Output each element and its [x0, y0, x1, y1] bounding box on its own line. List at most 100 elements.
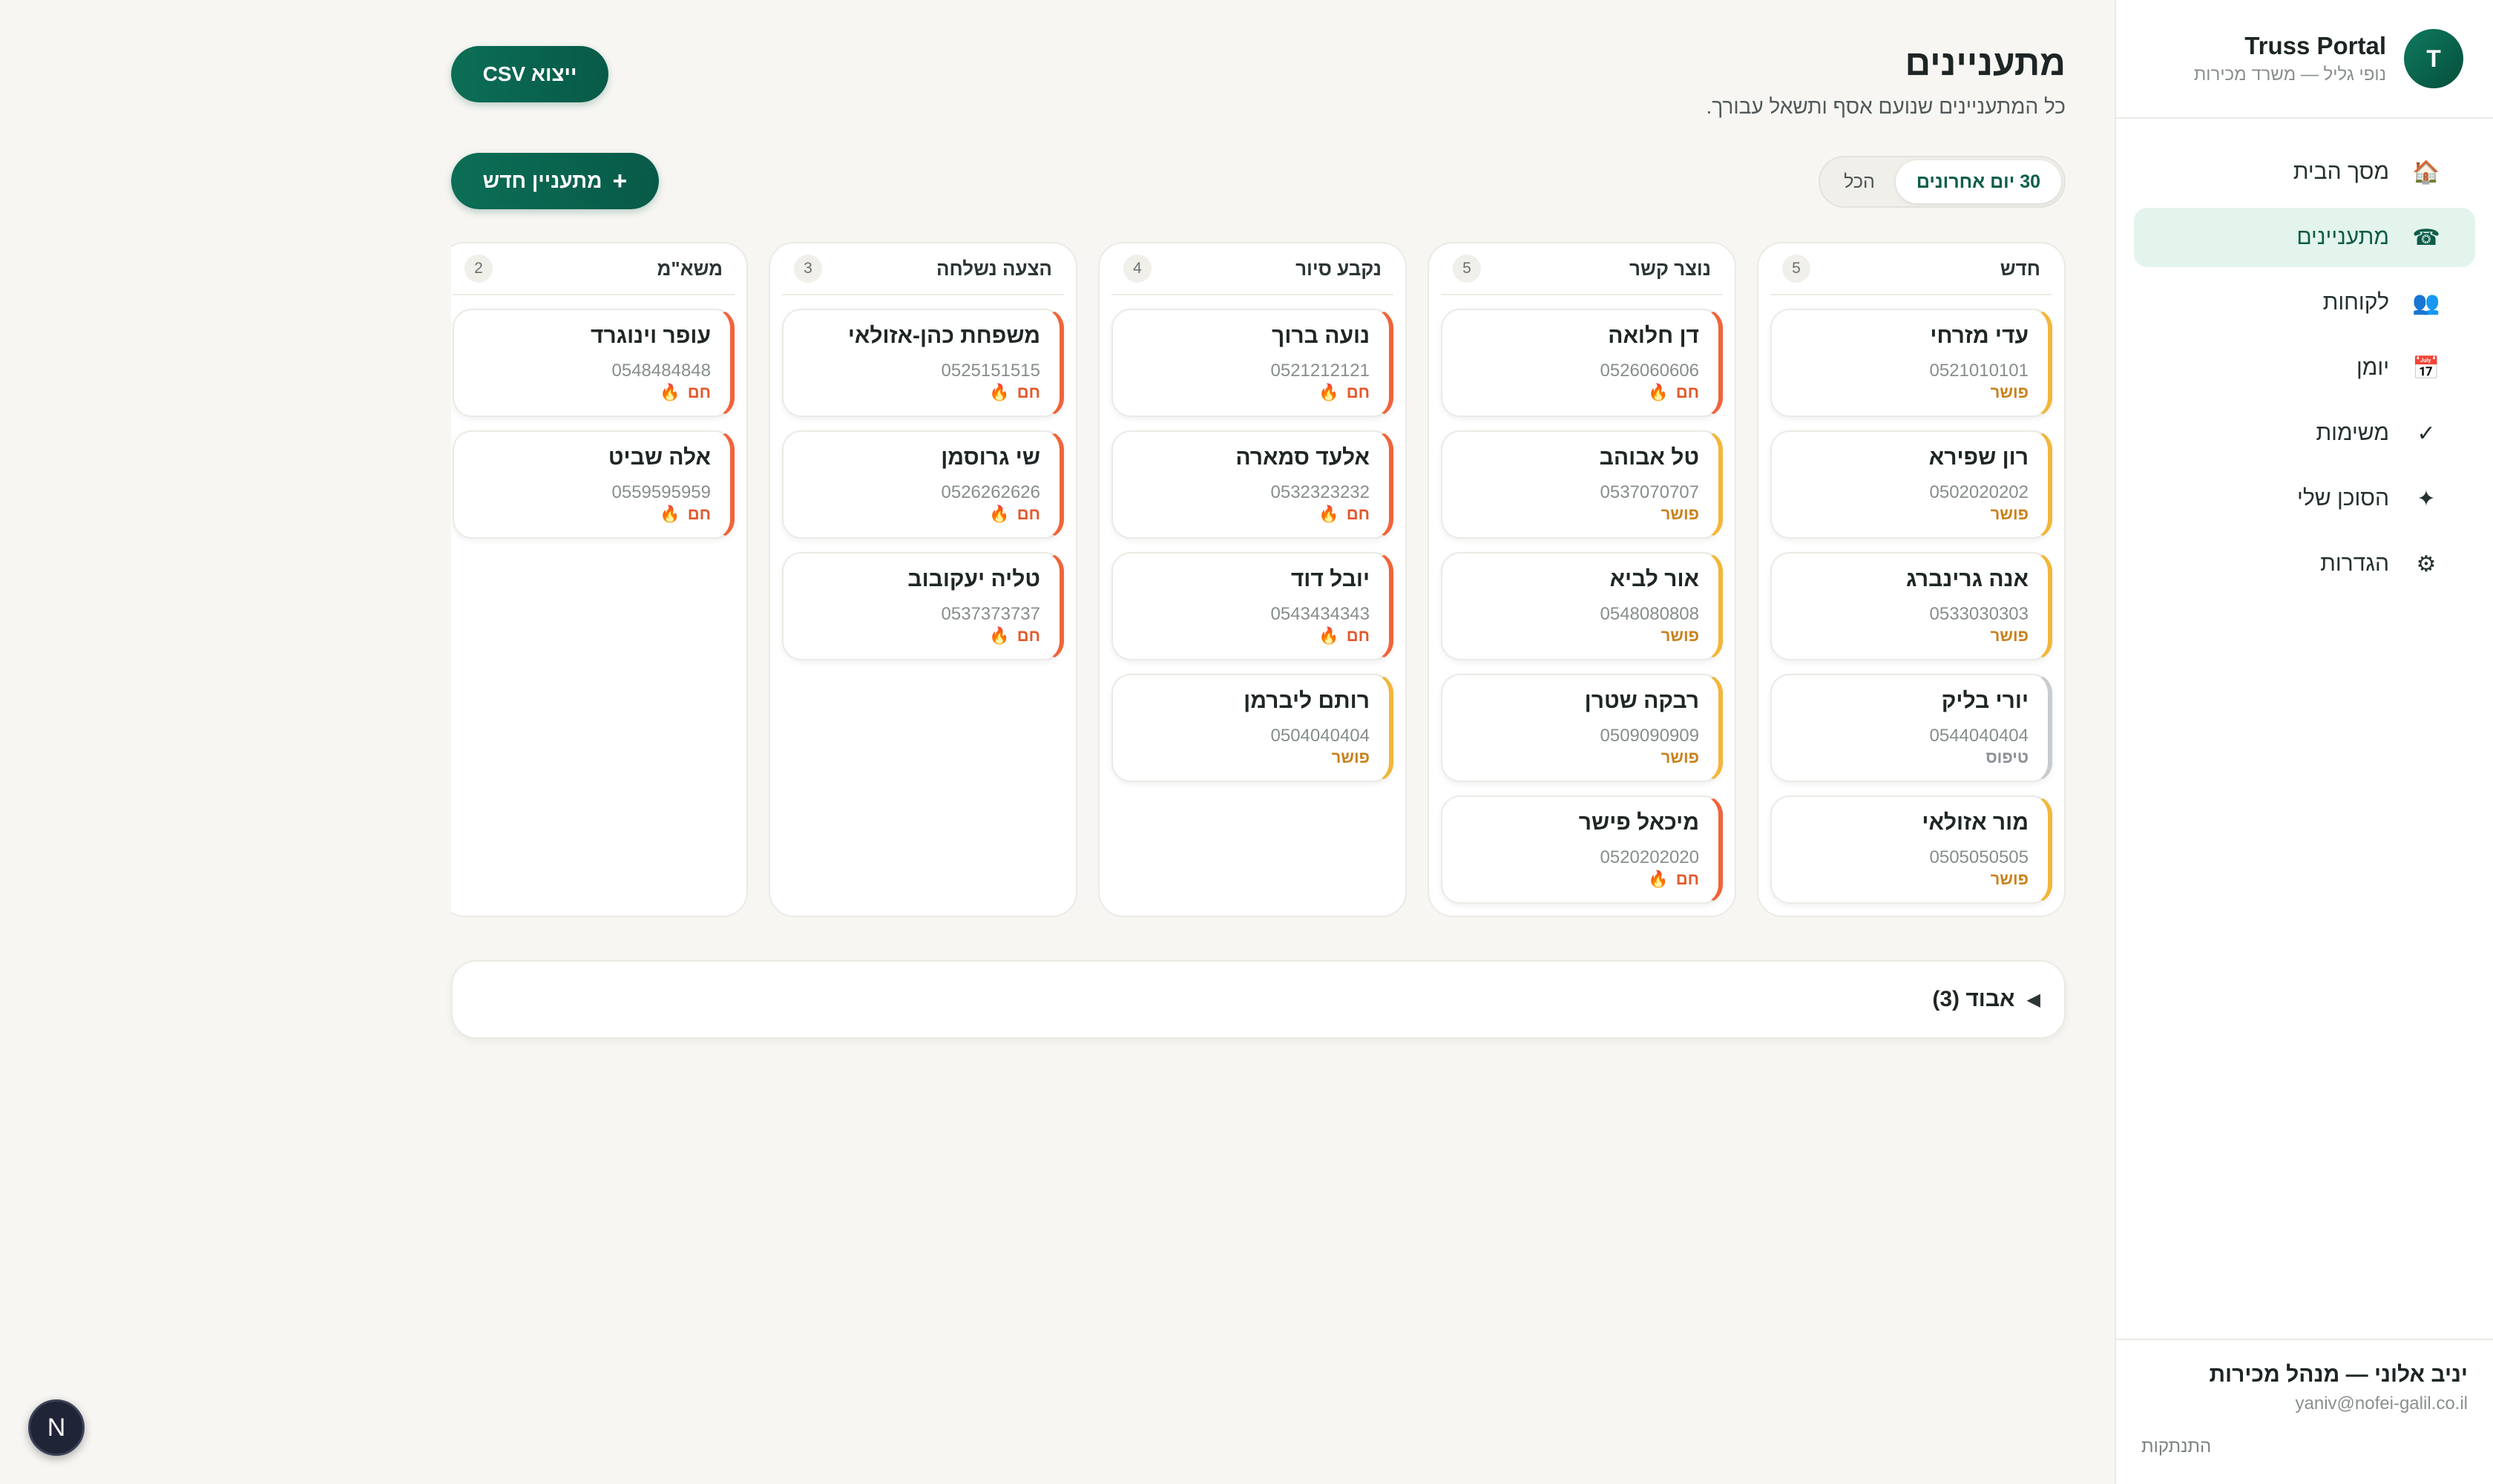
temperature-label: חם: [1016, 626, 1040, 645]
lost-section-toggle[interactable]: ◀ אבוד (3): [451, 960, 2066, 1039]
lead-phone: 0543434343: [1270, 604, 1370, 624]
lead-card[interactable]: דן חלואה 0526060606 חם 🔥: [1441, 309, 1723, 417]
lead-phone: 0520202020: [1600, 847, 1699, 867]
lead-card[interactable]: יובל דוד 0543434343 חם 🔥: [1111, 552, 1393, 660]
lead-name: רבקה שטרן: [1584, 689, 1699, 713]
kanban-board: חדש 5 עדי מזרחי 0521010101 פושר רון שפירא 0502…: [451, 242, 2066, 917]
lead-card[interactable]: עדי מזרחי 0521010101 פושר: [1770, 309, 2052, 417]
date-range-filter: 30 יום אחרונים הכל: [1819, 156, 2066, 208]
lead-phone: 0544040404: [1929, 726, 2029, 746]
sidebar-item-6[interactable]: ⚙ הגדרות: [2134, 534, 2475, 594]
temperature-label: פושר: [1661, 748, 1699, 766]
main-content: מתעניינים כל המתעניינים שנועם אסף ותשאל …: [451, 0, 2066, 1484]
lead-card[interactable]: אנה גרינברג 0533030303 פושר: [1770, 552, 2052, 660]
assistant-fab-button[interactable]: N: [28, 1399, 85, 1456]
lead-card[interactable]: אלה שביט 0559595959 חם 🔥: [453, 430, 735, 539]
temperature-badge: טיפוס: [1985, 748, 2029, 767]
lead-card[interactable]: רותם ליברמן 0504040404 פושר: [1111, 674, 1393, 782]
flame-icon: 🔥: [989, 505, 1010, 523]
lead-card[interactable]: מיכאל פישר 0520202020 חם 🔥: [1441, 795, 1723, 904]
flame-icon: 🔥: [989, 383, 1010, 401]
column-count-badge: 3: [794, 255, 822, 283]
kanban-column: משא"מ 2 עופר וינוגרד 0548484848 חם 🔥 אלה שביט 0…: [451, 242, 748, 917]
sidebar-item-label: לקוחות: [2322, 290, 2389, 315]
page-title: מתעניינים: [1905, 44, 2066, 83]
lead-phone: 0521010101: [1929, 361, 2029, 381]
lead-name: טליה יעקובוב: [907, 567, 1040, 591]
new-lead-button[interactable]: + מתעניין חדש: [451, 153, 659, 209]
temperature-label: חם: [1346, 505, 1370, 523]
temperature-label: פושר: [1990, 626, 2029, 645]
temperature-badge: חם 🔥: [989, 626, 1040, 646]
user-box: יניב אלוני — מנהל מכירות yaniv@nofei-gal…: [2116, 1339, 2493, 1484]
flame-icon: 🔥: [1318, 383, 1339, 401]
sidebar-nav: 🏠 מסך הבית ☎ מתעניינים 👥 לקוחות 📅 יומן ✓ משימות ✦ ה…: [2116, 119, 2493, 594]
temperature-badge: חם 🔥: [1648, 383, 1699, 402]
kanban-column: חדש 5 עדי מזרחי 0521010101 פושר רון שפירא 0502…: [1757, 242, 2066, 917]
column-title: חדש: [2000, 257, 2040, 280]
lead-card[interactable]: אלעד סמארה 0532323232 חם 🔥: [1111, 430, 1393, 539]
lead-card[interactable]: טל אבוהב 0537070707 פושר: [1441, 430, 1723, 539]
sidebar-item-label: מסך הבית: [2293, 160, 2389, 184]
gear-icon: ⚙: [2416, 551, 2437, 577]
sidebar-item-4[interactable]: ✓ משימות: [2134, 404, 2475, 463]
column-count-badge: 2: [464, 255, 493, 283]
lead-phone: 0548080808: [1600, 604, 1699, 624]
temperature-label: חם: [1675, 870, 1699, 888]
temperature-label: פושר: [1990, 383, 2029, 401]
lead-card[interactable]: עופר וינוגרד 0548484848 חם 🔥: [453, 309, 735, 417]
lead-name: שי גרוסמן: [941, 445, 1040, 470]
kanban-column: נקבע סיור 4 נועה ברוך 0521212121 חם 🔥 אלעד סמא…: [1098, 242, 1407, 917]
sidebar-item-0[interactable]: 🏠 מסך הבית: [2134, 142, 2475, 202]
sidebar-item-5[interactable]: ✦ הסוכן שלי: [2134, 469, 2475, 528]
temperature-badge: פושר: [1991, 870, 2029, 889]
temperature-badge: חם 🔥: [660, 383, 711, 402]
column-title: משא"מ: [657, 257, 723, 280]
lead-name: נועה ברוך: [1272, 324, 1370, 348]
column-count-badge: 5: [1453, 255, 1481, 283]
export-csv-button[interactable]: ייצוא CSV: [451, 46, 608, 102]
sidebar-item-1[interactable]: ☎ מתעניינים: [2134, 208, 2475, 267]
sidebar-item-label: הסוכן שלי: [2297, 486, 2389, 510]
lead-card[interactable]: רון שפירא 0502020202 פושר: [1770, 430, 2052, 539]
lead-card[interactable]: משפחת כהן-אזולאי 0525151515 חם 🔥: [782, 309, 1064, 417]
lead-card[interactable]: שי גרוסמן 0526262626 חם 🔥: [782, 430, 1064, 539]
column-count-badge: 4: [1123, 255, 1152, 283]
lead-phone: 0532323232: [1270, 482, 1370, 502]
brand-text: Truss Portal נופי גליל — משרד מכירות: [2194, 32, 2386, 85]
lost-section-label: אבוד (3): [1932, 987, 2015, 1011]
user-email: yaniv@nofei-galil.co.il: [2295, 1393, 2468, 1414]
lead-card[interactable]: נועה ברוך 0521212121 חם 🔥: [1111, 309, 1393, 417]
lead-card[interactable]: יורי בליק 0544040404 טיפוס: [1770, 674, 2052, 782]
kanban-column: הצעה נשלחה 3 משפחת כהן-אזולאי 0525151515 חם 🔥…: [769, 242, 1077, 917]
temperature-label: פושר: [1990, 870, 2029, 888]
flame-icon: 🔥: [1318, 626, 1339, 645]
sidebar-item-3[interactable]: 📅 יומן: [2134, 338, 2475, 398]
temperature-label: טיפוס: [1985, 748, 2029, 766]
sidebar-item-2[interactable]: 👥 לקוחות: [2134, 273, 2475, 332]
lead-phone: 0502020202: [1929, 482, 2029, 502]
home-icon: 🏠: [2412, 160, 2440, 185]
app-avatar[interactable]: T: [2404, 29, 2463, 88]
lead-card[interactable]: טליה יעקובוב 0537373737 חם 🔥: [782, 552, 1064, 660]
lead-name: עופר וינוגרד: [591, 324, 711, 348]
lead-card[interactable]: רבקה שטרן 0509090909 פושר: [1441, 674, 1723, 782]
sidebar-item-label: מתעניינים: [2296, 225, 2389, 249]
lead-card[interactable]: מור אזולאי 0505050505 פושר: [1770, 795, 2052, 904]
filter-option-1[interactable]: הכל: [1823, 160, 1896, 203]
logout-link[interactable]: התנתקות: [2141, 1437, 2468, 1457]
sidebar-item-label: הגדרות: [2320, 551, 2389, 576]
kanban-column: נוצר קשר 5 דן חלואה 0526060606 חם 🔥 טל אבוהב 05…: [1428, 242, 1736, 917]
brand-header: T Truss Portal נופי גליל — משרד מכירות: [2116, 0, 2493, 119]
app-subtitle: נופי גליל — משרד מכירות: [2193, 65, 2386, 85]
lead-name: משפחת כהן-אזולאי: [847, 324, 1040, 348]
lead-card[interactable]: אור לביא 0548080808 פושר: [1441, 552, 1723, 660]
column-header: הצעה נשלחה 3: [782, 243, 1064, 295]
temperature-badge: פושר: [1661, 748, 1699, 767]
lead-phone: 0526060606: [1600, 361, 1699, 381]
flame-icon: 🔥: [660, 383, 680, 401]
lead-phone: 0505050505: [1929, 847, 2029, 867]
temperature-badge: חם 🔥: [1318, 505, 1370, 524]
filter-option-0[interactable]: 30 יום אחרונים: [1895, 160, 2061, 203]
calendar-icon: 📅: [2412, 355, 2440, 381]
